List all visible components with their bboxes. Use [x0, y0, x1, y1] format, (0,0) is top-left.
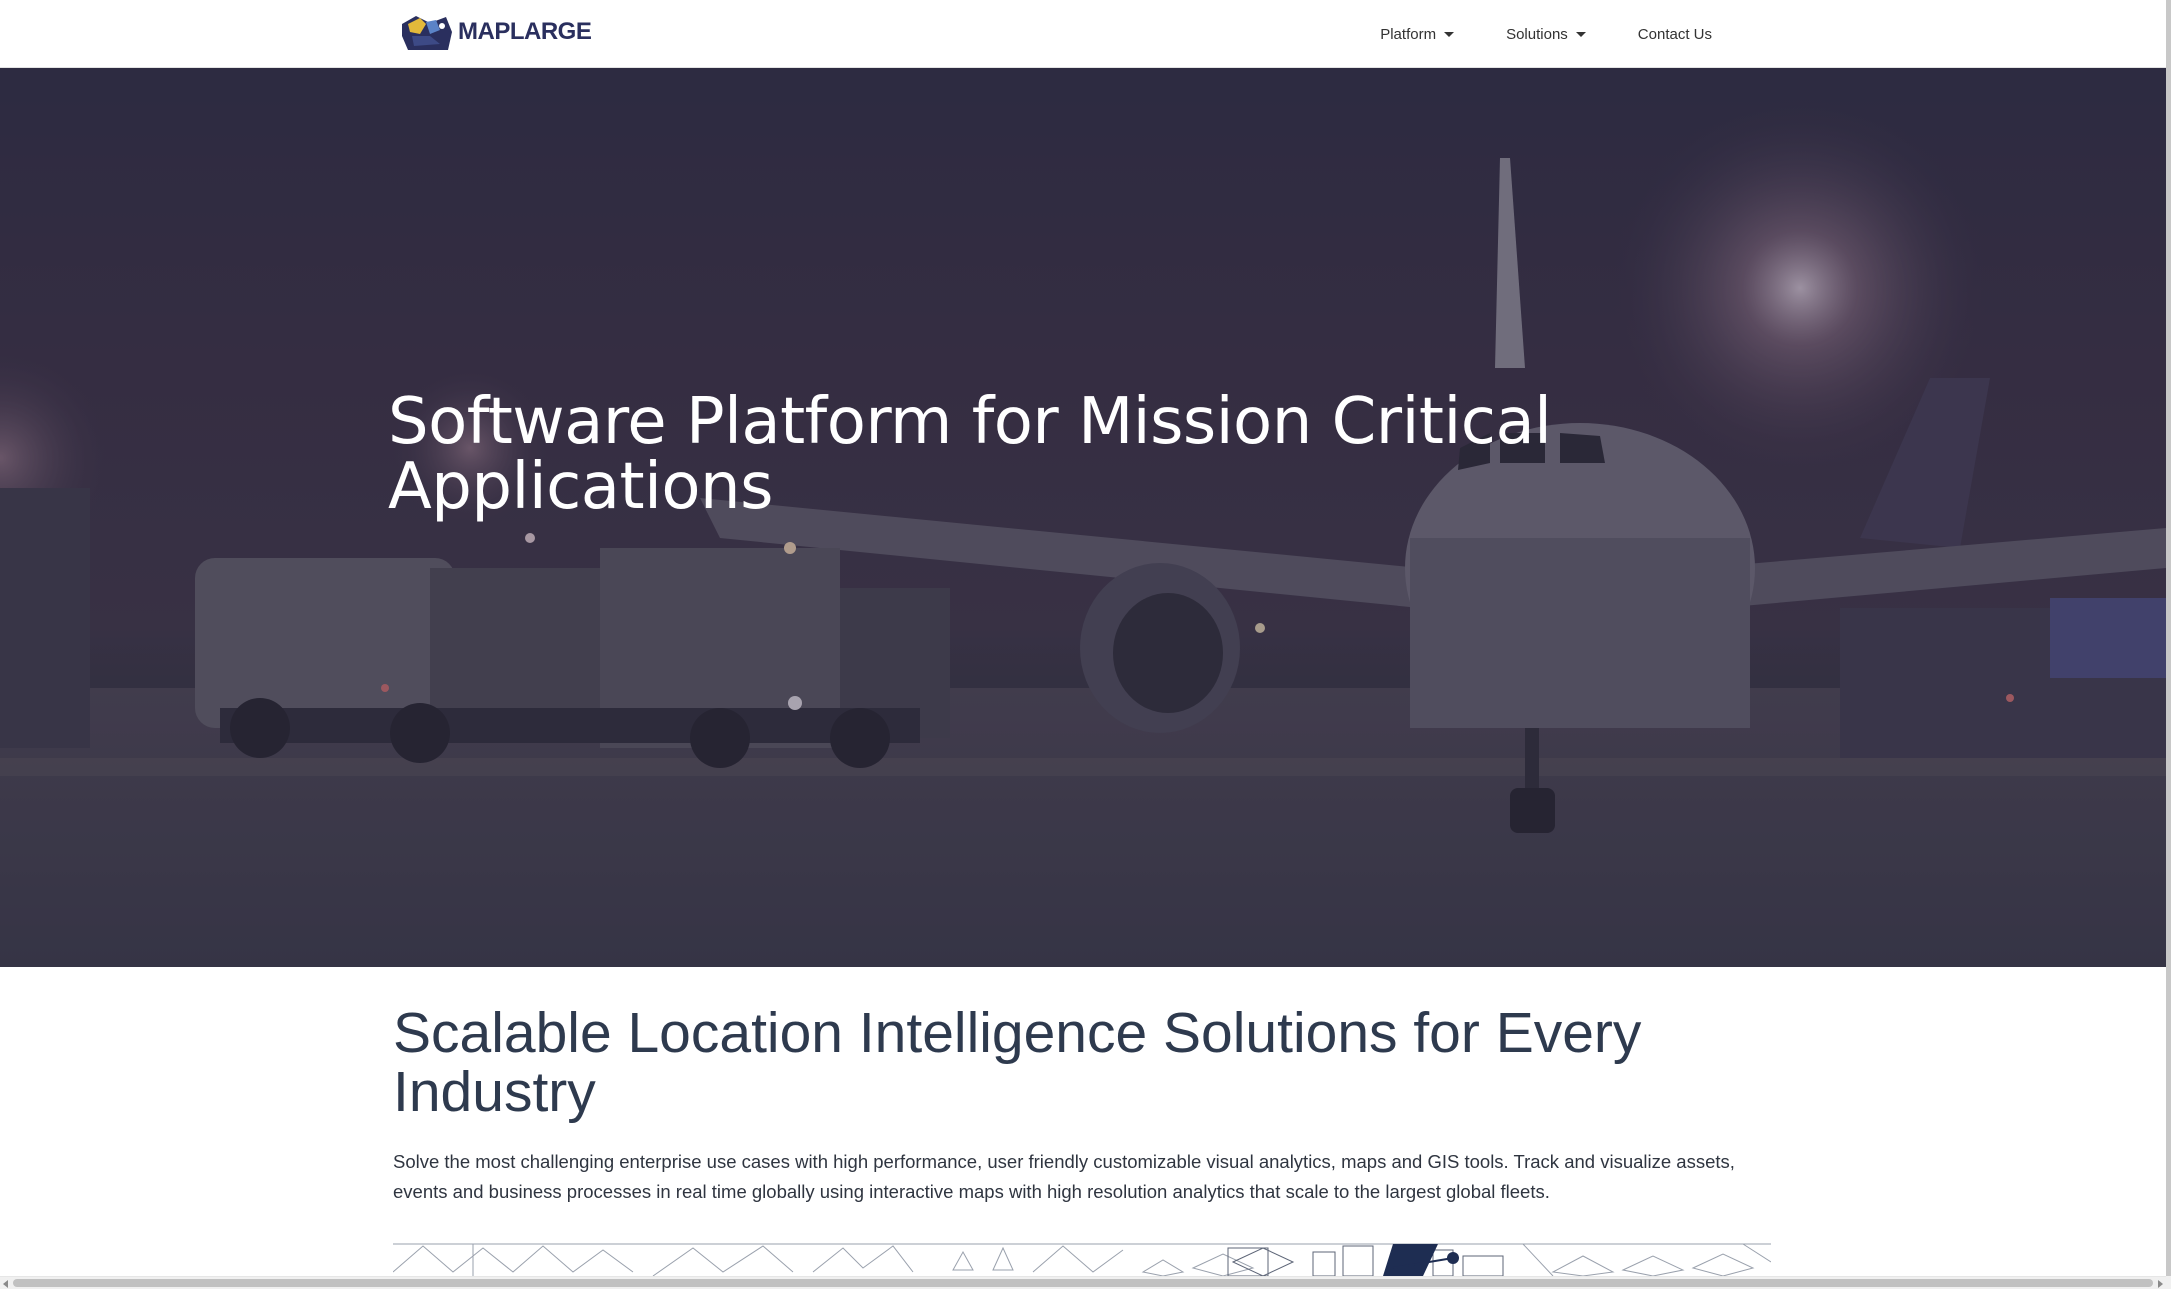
caret-down-icon [1444, 31, 1455, 37]
section-title-line-1: Scalable Location Intelligence Solutions… [393, 1001, 1642, 1065]
scroll-right-arrow-icon[interactable] [2158, 1280, 2163, 1288]
city-line-art-icon [393, 1243, 1771, 1276]
nav-solutions-label: Solutions [1506, 25, 1568, 43]
horizontal-scrollbar-thumb[interactable] [13, 1279, 2153, 1287]
maplarge-logo-link[interactable]: MAPLARGE [400, 10, 592, 54]
horizontal-scrollbar[interactable] [0, 1276, 2166, 1289]
hero-banner: Software Platform for Mission Critical A… [0, 68, 2166, 967]
maplarge-logo-icon [402, 16, 452, 50]
caret-down-icon [1575, 31, 1586, 37]
section-title: Scalable Location Intelligence Solutions… [393, 1004, 1771, 1122]
hero-title-line-2: Applications [388, 450, 773, 524]
section-body-text: Solve the most challenging enterprise us… [393, 1151, 1735, 1202]
nav-solutions-dropdown[interactable]: Solutions [1480, 26, 1612, 43]
nav-platform-dropdown[interactable]: Platform [1354, 26, 1480, 43]
nav-platform-label: Platform [1380, 25, 1437, 43]
hero-title-line-1: Software Platform for Mission Critical [388, 385, 1552, 459]
intro-section: Scalable Location Intelligence Solutions… [393, 1004, 1771, 1207]
nav-contact-label: Contact Us [1637, 25, 1712, 43]
hero-title: Software Platform for Mission Critical A… [388, 390, 1588, 520]
brand-name: MAPLARGE [458, 18, 592, 45]
main-nav: Platform Solutions Contact Us [1354, 0, 1738, 68]
top-navbar: MAPLARGE Platform Solutions Contact Us [0, 0, 2166, 68]
nav-contact-link[interactable]: Contact Us [1612, 26, 1738, 43]
isometric-city-illustration [393, 1242, 1771, 1276]
scroll-left-arrow-icon[interactable] [3, 1280, 8, 1288]
vertical-scrollbar[interactable] [2166, 0, 2171, 1289]
section-title-line-2: Industry [393, 1060, 596, 1124]
vertical-scrollbar-thumb[interactable] [2166, 0, 2171, 1276]
